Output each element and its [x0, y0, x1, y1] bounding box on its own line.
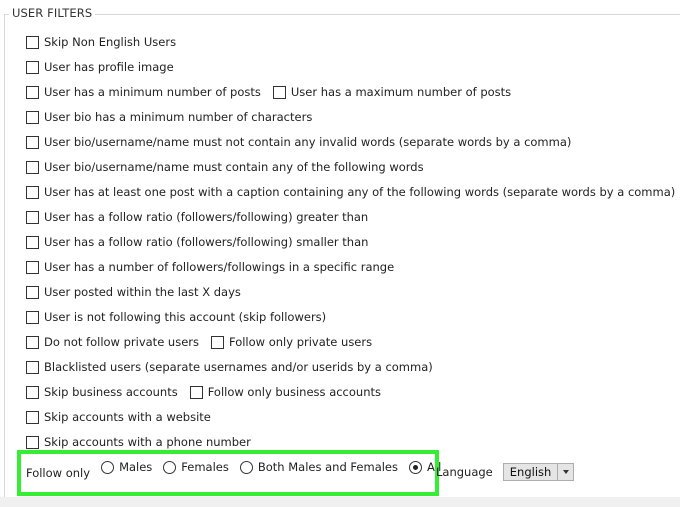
chevron-down-icon	[562, 470, 569, 474]
filter-label: Do not follow private users	[44, 335, 199, 349]
gender-radio[interactable]	[101, 460, 115, 474]
filter-row: Skip Non English Users	[26, 34, 176, 50]
filter-option[interactable]: User has a follow ratio (followers/follo…	[26, 210, 368, 224]
filter-option[interactable]: User has at least one post with a captio…	[26, 185, 675, 199]
filter-row: User bio/username/name must not contain …	[26, 134, 571, 150]
filter-checkbox[interactable]	[26, 360, 39, 374]
gender-radio-group: Males Females Both Males and Females All	[101, 460, 452, 477]
filter-option[interactable]: User has a maximum number of posts	[272, 85, 512, 99]
filter-label: Skip accounts with a website	[44, 410, 211, 424]
gender-radio-label: Females	[181, 460, 229, 474]
filter-row: Skip business accounts Follow only busine…	[26, 384, 381, 400]
filter-row: User has a follow ratio (followers/follo…	[26, 209, 368, 225]
gender-option[interactable]: Females	[163, 460, 229, 474]
gender-option[interactable]: Males	[101, 460, 152, 474]
filter-label: User has a maximum number of posts	[290, 85, 512, 99]
filter-checkbox[interactable]	[26, 185, 39, 199]
language-label: Language	[436, 465, 493, 479]
filter-checkbox[interactable]	[189, 385, 203, 399]
filter-checkbox[interactable]	[26, 60, 39, 74]
filter-checkbox[interactable]	[26, 260, 39, 274]
filter-row: User has at least one post with a captio…	[26, 184, 675, 200]
gender-radio-label: Males	[119, 460, 153, 474]
filter-label: User bio/username/name must not contain …	[44, 135, 572, 149]
filter-label: User has a minimum number of posts	[44, 85, 261, 99]
bottom-band	[0, 497, 680, 507]
filter-row: User bio has a minimum number of charact…	[26, 109, 312, 125]
filter-option[interactable]: Follow only private users	[211, 335, 372, 349]
filter-row: User has a follow ratio (followers/follo…	[26, 234, 368, 250]
filter-checkbox[interactable]	[26, 35, 39, 49]
gender-radio-label: Both Males and Females	[257, 460, 399, 474]
filter-option[interactable]: User has a minimum number of posts	[26, 85, 261, 99]
group-box-title: USER FILTERS	[9, 6, 96, 20]
filter-label: User has a number of followers/following…	[44, 260, 395, 274]
language-row: Language English	[436, 462, 575, 482]
follow-only-row: Follow only Males Females Both Males and F…	[26, 460, 452, 480]
filter-label: User has profile image	[44, 60, 174, 74]
filter-checkbox[interactable]	[26, 85, 39, 99]
filter-option[interactable]: User has a follow ratio (followers/follo…	[26, 235, 368, 249]
language-dropdown-button[interactable]	[557, 464, 574, 480]
filter-label: User has a follow ratio (followers/follo…	[44, 235, 369, 249]
filter-checkbox[interactable]	[26, 210, 39, 224]
filter-checkbox[interactable]	[26, 110, 39, 124]
filter-label: Follow only business accounts	[207, 385, 381, 399]
filter-checkbox[interactable]	[272, 85, 286, 99]
filter-option[interactable]: User has profile image	[26, 60, 174, 74]
filter-checkbox[interactable]	[26, 160, 39, 174]
filter-row: User has profile image	[26, 59, 174, 75]
filter-label: User has a follow ratio (followers/follo…	[44, 210, 369, 224]
filter-row: User has a number of followers/following…	[26, 259, 394, 275]
filter-row: Blacklisted users (separate usernames an…	[26, 359, 433, 375]
filter-checkbox[interactable]	[26, 135, 39, 149]
filter-label: User posted within the last X days	[44, 285, 241, 299]
filter-checkbox[interactable]	[26, 235, 39, 249]
user-filters-panel: USER FILTERS Skip Non English Users User …	[0, 0, 680, 507]
filter-option[interactable]: User bio/username/name must contain any …	[26, 160, 424, 174]
filter-option[interactable]: User has a number of followers/following…	[26, 260, 394, 274]
filter-row: Skip accounts with a website	[26, 409, 211, 425]
filter-row: User posted within the last X days	[26, 284, 241, 300]
filter-checkbox[interactable]	[26, 310, 39, 324]
filter-label: Skip accounts with a phone number	[44, 435, 251, 449]
gender-option[interactable]: Both Males and Females	[239, 460, 399, 474]
filter-label: User bio has a minimum number of charact…	[44, 110, 313, 124]
language-dropdown[interactable]: English	[502, 463, 575, 481]
filter-label: Blacklisted users (separate usernames an…	[44, 360, 433, 374]
gender-radio[interactable]	[239, 460, 253, 474]
filter-checkbox[interactable]	[26, 410, 39, 424]
filter-row: User is not following this account (skip…	[26, 309, 326, 325]
filter-checkbox[interactable]	[26, 435, 39, 449]
filter-checkbox[interactable]	[26, 385, 39, 399]
filter-label: User has at least one post with a captio…	[44, 185, 676, 199]
filter-label: Skip Non English Users	[44, 35, 177, 49]
gender-radio[interactable]	[163, 460, 177, 474]
filter-row: Skip accounts with a phone number	[26, 434, 251, 450]
filter-label: User bio/username/name must contain any …	[44, 160, 424, 174]
filter-row: User has a minimum number of posts User h…	[26, 84, 511, 100]
filter-label: User is not following this account (skip…	[44, 310, 327, 324]
filter-row: User bio/username/name must contain any …	[26, 159, 424, 175]
filter-checkbox[interactable]	[26, 285, 39, 299]
filter-label: Skip business accounts	[44, 385, 178, 399]
filter-option[interactable]: User posted within the last X days	[26, 285, 241, 299]
filter-option[interactable]: Skip business accounts	[26, 385, 178, 399]
filter-option[interactable]: Skip Non English Users	[26, 35, 176, 49]
filter-option[interactable]: User bio has a minimum number of charact…	[26, 110, 312, 124]
filter-row: Do not follow private users Follow only p…	[26, 334, 372, 350]
filter-option[interactable]: User is not following this account (skip…	[26, 310, 326, 324]
filter-label: Follow only private users	[229, 335, 373, 349]
filter-option[interactable]: Do not follow private users	[26, 335, 199, 349]
filter-option[interactable]: Skip accounts with a phone number	[26, 435, 251, 449]
filter-option[interactable]: User bio/username/name must not contain …	[26, 135, 571, 149]
language-selected-value: English	[509, 465, 552, 479]
filter-option[interactable]: Skip accounts with a website	[26, 410, 211, 424]
filter-checkbox[interactable]	[211, 335, 224, 349]
filter-checkbox[interactable]	[26, 335, 39, 349]
filter-option[interactable]: Follow only business accounts	[189, 385, 381, 399]
gender-radio[interactable]	[409, 460, 423, 474]
follow-only-label: Follow only	[26, 466, 91, 480]
filter-option[interactable]: Blacklisted users (separate usernames an…	[26, 360, 433, 374]
